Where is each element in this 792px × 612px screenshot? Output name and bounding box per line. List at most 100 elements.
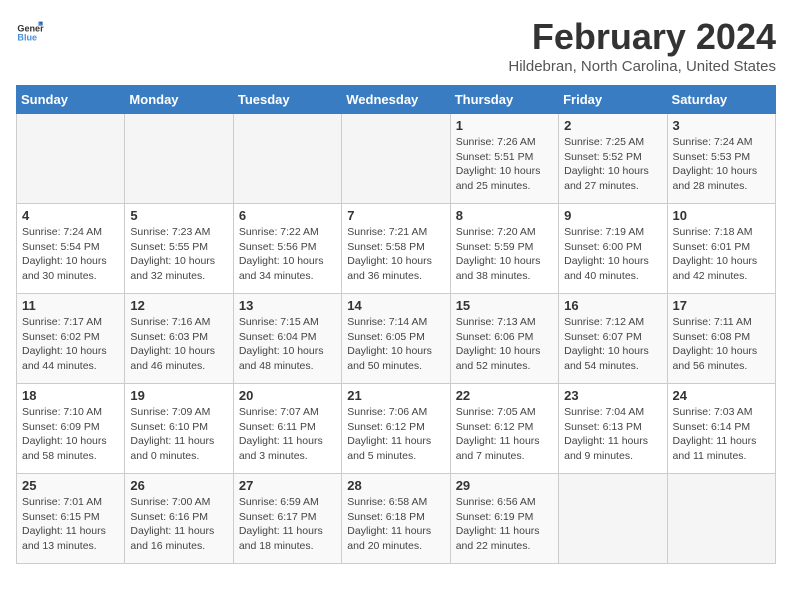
day-number: 24 (673, 388, 770, 403)
logo-icon: General Blue (16, 16, 44, 44)
day-info: Sunrise: 7:12 AM Sunset: 6:07 PM Dayligh… (564, 315, 661, 374)
header-cell-monday: Monday (125, 86, 233, 114)
day-number: 18 (22, 388, 119, 403)
day-number: 19 (130, 388, 227, 403)
day-info: Sunrise: 7:00 AM Sunset: 6:16 PM Dayligh… (130, 495, 227, 554)
location-subtitle: Hildebran, North Carolina, United States (508, 58, 776, 75)
header-cell-sunday: Sunday (17, 86, 125, 114)
day-number: 16 (564, 298, 661, 313)
day-cell: 25 Sunrise: 7:01 AM Sunset: 6:15 PM Dayli… (17, 474, 125, 564)
day-number: 22 (456, 388, 553, 403)
day-cell: 29 Sunrise: 6:56 AM Sunset: 6:19 PM Dayli… (450, 474, 558, 564)
day-number: 17 (673, 298, 770, 313)
page-header: General Blue February 2024 Hildebran, No… (16, 16, 776, 75)
day-cell (559, 474, 667, 564)
day-info: Sunrise: 7:07 AM Sunset: 6:11 PM Dayligh… (239, 405, 336, 464)
day-number: 10 (673, 208, 770, 223)
day-cell: 12Sunrise: 7:16 AM Sunset: 6:03 PM Dayli… (125, 294, 233, 384)
day-number: 11 (22, 298, 119, 313)
day-info: Sunrise: 6:56 AM Sunset: 6:19 PM Dayligh… (456, 495, 553, 554)
day-info: Sunrise: 7:18 AM Sunset: 6:01 PM Dayligh… (673, 225, 770, 284)
header-cell-tuesday: Tuesday (233, 86, 341, 114)
month-title: February 2024 (508, 16, 776, 58)
day-cell: 26 Sunrise: 7:00 AM Sunset: 6:16 PM Dayli… (125, 474, 233, 564)
day-info: Sunrise: 7:06 AM Sunset: 6:12 PM Dayligh… (347, 405, 444, 464)
day-number: 15 (456, 298, 553, 313)
day-info: Sunrise: 7:14 AM Sunset: 6:05 PM Dayligh… (347, 315, 444, 374)
header-cell-thursday: Thursday (450, 86, 558, 114)
day-cell (125, 114, 233, 204)
day-number: 26 (130, 478, 227, 493)
day-info: Sunrise: 7:15 AM Sunset: 6:04 PM Dayligh… (239, 315, 336, 374)
calendar-table: SundayMondayTuesdayWednesdayThursdayFrid… (16, 85, 776, 564)
day-number: 25 (22, 478, 119, 493)
day-number: 6 (239, 208, 336, 223)
day-number: 14 (347, 298, 444, 313)
day-cell (17, 114, 125, 204)
day-number: 28 (347, 478, 444, 493)
header-cell-saturday: Saturday (667, 86, 775, 114)
day-info: Sunrise: 7:26 AM Sunset: 5:51 PM Dayligh… (456, 135, 553, 194)
header-row: SundayMondayTuesdayWednesdayThursdayFrid… (17, 86, 776, 114)
day-info: Sunrise: 7:24 AM Sunset: 5:54 PM Dayligh… (22, 225, 119, 284)
day-cell: 6Sunrise: 7:22 AM Sunset: 5:56 PM Daylig… (233, 204, 341, 294)
day-number: 13 (239, 298, 336, 313)
day-cell: 24 Sunrise: 7:03 AM Sunset: 6:14 PM Dayli… (667, 384, 775, 474)
week-row-3: 18 Sunrise: 7:10 AM Sunset: 6:09 PM Dayli… (17, 384, 776, 474)
day-cell: 16 Sunrise: 7:12 AM Sunset: 6:07 PM Dayli… (559, 294, 667, 384)
day-cell: 21 Sunrise: 7:06 AM Sunset: 6:12 PM Dayli… (342, 384, 450, 474)
week-row-0: 1 Sunrise: 7:26 AM Sunset: 5:51 PM Daylig… (17, 114, 776, 204)
day-cell (233, 114, 341, 204)
day-info: Sunrise: 7:17 AM Sunset: 6:02 PM Dayligh… (22, 315, 119, 374)
day-number: 3 (673, 118, 770, 133)
day-cell: 13 Sunrise: 7:15 AM Sunset: 6:04 PM Dayli… (233, 294, 341, 384)
day-number: 1 (456, 118, 553, 133)
day-cell: 23Sunrise: 7:04 AM Sunset: 6:13 PM Dayli… (559, 384, 667, 474)
day-number: 21 (347, 388, 444, 403)
title-block: February 2024 Hildebran, North Carolina,… (508, 16, 776, 75)
day-cell: 27 Sunrise: 6:59 AM Sunset: 6:17 PM Dayli… (233, 474, 341, 564)
day-info: Sunrise: 7:09 AM Sunset: 6:10 PM Dayligh… (130, 405, 227, 464)
day-info: Sunrise: 7:25 AM Sunset: 5:52 PM Dayligh… (564, 135, 661, 194)
day-info: Sunrise: 7:20 AM Sunset: 5:59 PM Dayligh… (456, 225, 553, 284)
day-cell: 8Sunrise: 7:20 AM Sunset: 5:59 PM Daylig… (450, 204, 558, 294)
day-cell (342, 114, 450, 204)
header-cell-wednesday: Wednesday (342, 86, 450, 114)
day-info: Sunrise: 7:05 AM Sunset: 6:12 PM Dayligh… (456, 405, 553, 464)
day-cell: 17 Sunrise: 7:11 AM Sunset: 6:08 PM Dayli… (667, 294, 775, 384)
week-row-2: 11 Sunrise: 7:17 AM Sunset: 6:02 PM Dayli… (17, 294, 776, 384)
week-row-1: 4Sunrise: 7:24 AM Sunset: 5:54 PM Daylig… (17, 204, 776, 294)
day-info: Sunrise: 7:04 AM Sunset: 6:13 PM Dayligh… (564, 405, 661, 464)
day-info: Sunrise: 7:01 AM Sunset: 6:15 PM Dayligh… (22, 495, 119, 554)
day-info: Sunrise: 7:03 AM Sunset: 6:14 PM Dayligh… (673, 405, 770, 464)
day-cell: 7Sunrise: 7:21 AM Sunset: 5:58 PM Daylig… (342, 204, 450, 294)
day-cell: 14 Sunrise: 7:14 AM Sunset: 6:05 PM Dayli… (342, 294, 450, 384)
day-cell: 1 Sunrise: 7:26 AM Sunset: 5:51 PM Daylig… (450, 114, 558, 204)
day-info: Sunrise: 7:16 AM Sunset: 6:03 PM Dayligh… (130, 315, 227, 374)
day-info: Sunrise: 6:59 AM Sunset: 6:17 PM Dayligh… (239, 495, 336, 554)
day-info: Sunrise: 7:10 AM Sunset: 6:09 PM Dayligh… (22, 405, 119, 464)
day-number: 27 (239, 478, 336, 493)
day-cell: 28 Sunrise: 6:58 AM Sunset: 6:18 PM Dayli… (342, 474, 450, 564)
day-cell: 19 Sunrise: 7:09 AM Sunset: 6:10 PM Dayli… (125, 384, 233, 474)
day-number: 5 (130, 208, 227, 223)
week-row-4: 25 Sunrise: 7:01 AM Sunset: 6:15 PM Dayli… (17, 474, 776, 564)
day-number: 2 (564, 118, 661, 133)
day-cell: 18 Sunrise: 7:10 AM Sunset: 6:09 PM Dayli… (17, 384, 125, 474)
day-number: 9 (564, 208, 661, 223)
day-info: Sunrise: 7:21 AM Sunset: 5:58 PM Dayligh… (347, 225, 444, 284)
logo: General Blue (16, 16, 44, 44)
day-cell: 20 Sunrise: 7:07 AM Sunset: 6:11 PM Dayli… (233, 384, 341, 474)
day-info: Sunrise: 6:58 AM Sunset: 6:18 PM Dayligh… (347, 495, 444, 554)
day-cell: 11 Sunrise: 7:17 AM Sunset: 6:02 PM Dayli… (17, 294, 125, 384)
day-cell: 15Sunrise: 7:13 AM Sunset: 6:06 PM Dayli… (450, 294, 558, 384)
day-info: Sunrise: 7:11 AM Sunset: 6:08 PM Dayligh… (673, 315, 770, 374)
day-cell: 10 Sunrise: 7:18 AM Sunset: 6:01 PM Dayli… (667, 204, 775, 294)
day-cell: 22 Sunrise: 7:05 AM Sunset: 6:12 PM Dayli… (450, 384, 558, 474)
day-cell: 9Sunrise: 7:19 AM Sunset: 6:00 PM Daylig… (559, 204, 667, 294)
svg-text:Blue: Blue (17, 33, 37, 43)
day-cell (667, 474, 775, 564)
day-cell: 5Sunrise: 7:23 AM Sunset: 5:55 PM Daylig… (125, 204, 233, 294)
day-number: 29 (456, 478, 553, 493)
day-number: 20 (239, 388, 336, 403)
